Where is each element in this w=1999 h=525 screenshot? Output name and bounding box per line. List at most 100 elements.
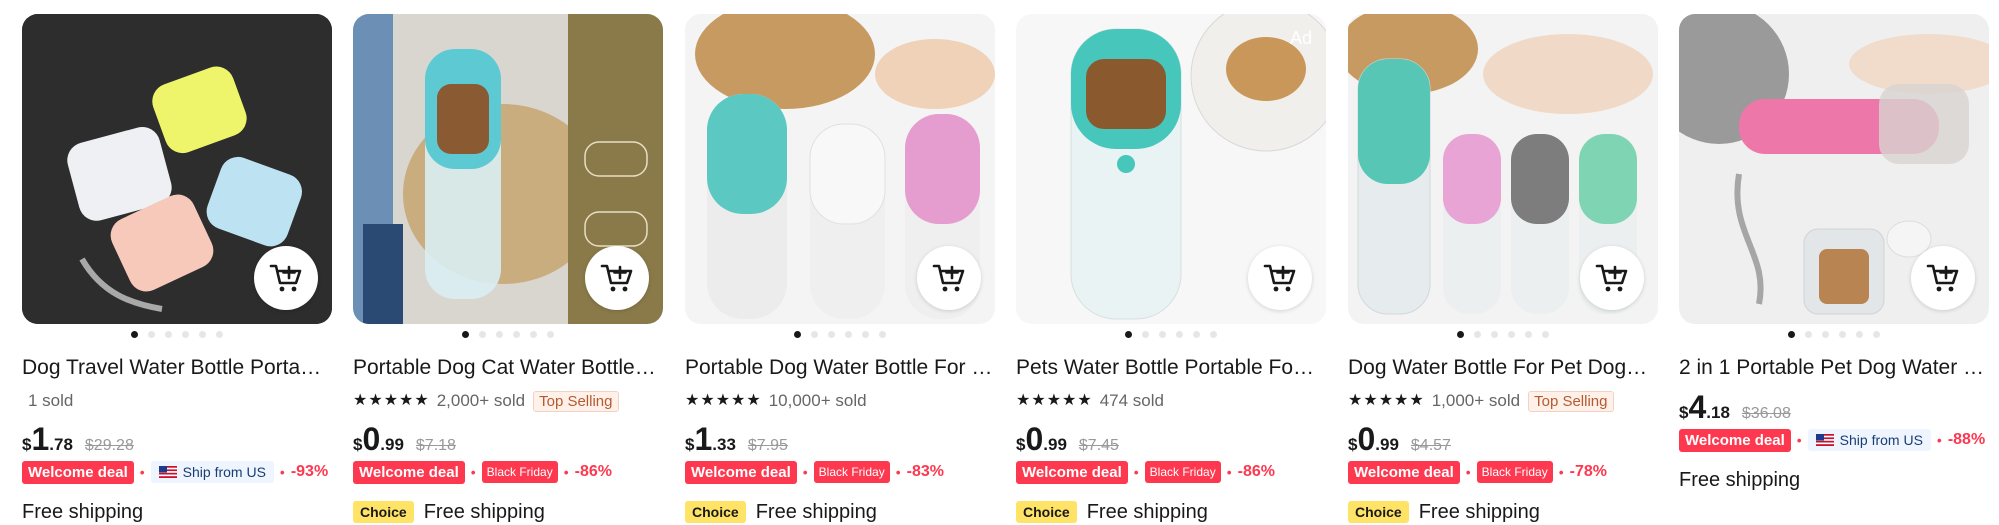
carousel-dot[interactable] — [879, 331, 886, 338]
carousel-dot[interactable] — [1788, 331, 1795, 338]
add-to-cart-button[interactable] — [254, 246, 318, 310]
image-carousel-dots[interactable] — [1348, 331, 1658, 339]
separator-dot: • — [1465, 464, 1471, 480]
star-icon: ★ — [1348, 392, 1363, 409]
image-carousel-dots[interactable] — [685, 331, 995, 339]
choice-badge: Choice — [1348, 501, 1409, 523]
welcome-deal-badge: Welcome deal — [1679, 428, 1791, 452]
product-image[interactable] — [353, 14, 663, 324]
add-to-cart-button[interactable] — [1580, 246, 1644, 310]
carousel-dot[interactable] — [828, 331, 835, 338]
carousel-dot[interactable] — [1125, 331, 1132, 338]
rating-stars: ★ ★ ★ ★ ★ — [1016, 393, 1092, 409]
product-card[interactable]: Portable Dog Cat Water Bottle w... ★ ★ ★ ★ ★… — [353, 14, 663, 525]
carousel-dot[interactable] — [1542, 331, 1549, 338]
star-icon: ★ — [731, 392, 746, 409]
carousel-dot[interactable] — [1491, 331, 1498, 338]
carousel-dot[interactable] — [496, 331, 503, 338]
carousel-dot[interactable] — [1210, 331, 1217, 338]
welcome-deal-badge: Welcome deal — [353, 460, 465, 484]
rating-stars: ★ ★ ★ ★ ★ — [1348, 393, 1424, 409]
product-image[interactable]: Ad — [1016, 14, 1326, 324]
black-friday-badge: Black Friday — [481, 461, 558, 483]
carousel-dot[interactable] — [148, 331, 155, 338]
product-title[interactable]: Dog Travel Water Bottle Portabl... — [22, 355, 330, 381]
carousel-dot[interactable] — [547, 331, 554, 338]
image-carousel-dots[interactable] — [353, 331, 663, 339]
product-meta: ★ ★ ★ ★ ★ 2,000+ sold Top Selling — [353, 389, 663, 413]
star-icon: ★ — [700, 392, 715, 409]
shipping-row: Free shipping — [1679, 467, 1989, 493]
product-card[interactable]: Dog Travel Water Bottle Portabl... 1 sol… — [22, 14, 332, 525]
sold-count: 1 sold — [28, 391, 74, 410]
black-friday-badge: Black Friday — [1476, 461, 1553, 483]
product-image[interactable] — [1348, 14, 1658, 324]
carousel-dot[interactable] — [1873, 331, 1880, 338]
carousel-dot[interactable] — [811, 331, 818, 338]
add-to-cart-button[interactable] — [917, 246, 981, 310]
price-decimal: .99 — [1375, 435, 1399, 454]
price-currency: $ — [1016, 435, 1026, 454]
carousel-dot[interactable] — [1193, 331, 1200, 338]
carousel-dot[interactable] — [845, 331, 852, 338]
product-card[interactable]: Ad Pets Water Bottle Portable Food... ★ ★… — [1016, 14, 1326, 525]
product-title[interactable]: 2 in 1 Portable Pet Dog Water an... — [1679, 355, 1987, 381]
carousel-dot[interactable] — [1474, 331, 1481, 338]
carousel-dot[interactable] — [862, 331, 869, 338]
star-icon: ★ — [746, 392, 761, 409]
shipping-row: Free shipping — [22, 499, 332, 525]
product-card[interactable]: Dog Water Bottle For Pet Dogs C... ★ ★ ★ ★ ★… — [1348, 14, 1658, 525]
product-title[interactable]: Portable Dog Cat Water Bottle w... — [353, 355, 661, 381]
add-to-cart-button[interactable] — [1911, 246, 1975, 310]
carousel-dot[interactable] — [1159, 331, 1166, 338]
carousel-dot[interactable] — [1525, 331, 1532, 338]
choice-badge: Choice — [685, 501, 746, 523]
choice-badge: Choice — [1016, 501, 1077, 523]
price-integer: 1 — [694, 421, 713, 457]
carousel-dot[interactable] — [216, 331, 223, 338]
carousel-dot[interactable] — [1142, 331, 1149, 338]
price-decimal: .33 — [712, 435, 736, 454]
carousel-dot[interactable] — [1508, 331, 1515, 338]
carousel-dot[interactable] — [131, 331, 138, 338]
carousel-dot[interactable] — [1839, 331, 1846, 338]
star-icon: ★ — [414, 392, 429, 409]
product-image[interactable] — [1679, 14, 1989, 324]
sale-price: $4.18 — [1679, 391, 1730, 423]
image-carousel-dots[interactable] — [1016, 331, 1326, 339]
carousel-dot[interactable] — [479, 331, 486, 338]
product-image[interactable] — [22, 14, 332, 324]
carousel-dot[interactable] — [530, 331, 537, 338]
image-carousel-dots[interactable] — [22, 331, 332, 339]
star-icon: ★ — [1016, 392, 1031, 409]
carousel-dot[interactable] — [199, 331, 206, 338]
carousel-dot[interactable] — [794, 331, 801, 338]
free-shipping-label: Free shipping — [1679, 468, 1801, 491]
star-icon: ★ — [399, 392, 414, 409]
separator-dot: • — [1133, 464, 1139, 480]
carousel-dot[interactable] — [1805, 331, 1812, 338]
product-title[interactable]: Portable Dog Water Bottle For S... — [685, 355, 993, 381]
carousel-dot[interactable] — [1856, 331, 1863, 338]
separator-dot: • — [279, 464, 285, 480]
price-integer: 0 — [1025, 421, 1044, 457]
carousel-dot[interactable] — [1822, 331, 1829, 338]
carousel-dot[interactable] — [182, 331, 189, 338]
separator-dot: • — [1936, 432, 1942, 448]
carousel-dot[interactable] — [165, 331, 172, 338]
carousel-dot[interactable] — [513, 331, 520, 338]
add-to-cart-button[interactable] — [585, 246, 649, 310]
carousel-dot[interactable] — [1457, 331, 1464, 338]
carousel-dot[interactable] — [1176, 331, 1183, 338]
product-title[interactable]: Dog Water Bottle For Pet Dogs C... — [1348, 355, 1656, 381]
product-card[interactable]: 2 in 1 Portable Pet Dog Water an... $4.1… — [1679, 14, 1989, 493]
image-carousel-dots[interactable] — [1679, 331, 1989, 339]
product-title[interactable]: Pets Water Bottle Portable Food... — [1016, 355, 1324, 381]
carousel-dot[interactable] — [462, 331, 469, 338]
add-to-cart-button[interactable] — [1248, 246, 1312, 310]
ship-from-badge: Ship from US — [1807, 429, 1931, 451]
separator-dot: • — [563, 464, 569, 480]
product-image[interactable] — [685, 14, 995, 324]
product-card[interactable]: Portable Dog Water Bottle For S... ★ ★ ★ ★ ★… — [685, 14, 995, 525]
product-meta: 1 sold — [22, 389, 332, 413]
